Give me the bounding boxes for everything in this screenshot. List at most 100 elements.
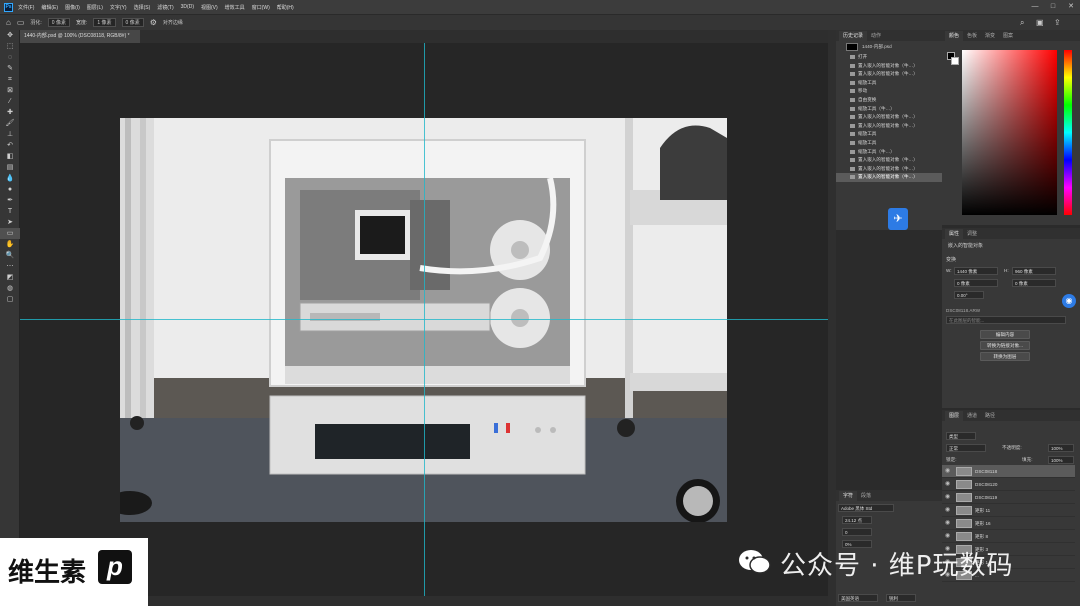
pen-tool-icon[interactable]: ✒: [0, 195, 20, 206]
menu-view[interactable]: 视图(V): [201, 4, 218, 11]
eye-icon[interactable]: ◉: [945, 517, 950, 530]
font-size-field[interactable]: 24.12 点: [842, 516, 872, 524]
eye-icon[interactable]: ◉: [945, 478, 950, 491]
menu-help[interactable]: 帮助(H): [277, 4, 294, 11]
move-tool-icon[interactable]: ✥: [0, 30, 20, 41]
stamp-tool-icon[interactable]: ⊥: [0, 129, 20, 140]
more-tools-icon[interactable]: ⋯: [0, 261, 20, 272]
gear-icon[interactable]: ⚙: [150, 18, 157, 27]
font-family-select[interactable]: Adobe 黑体 Std: [838, 504, 894, 512]
history-item[interactable]: 自由变换: [836, 96, 942, 105]
feather-field[interactable]: 0 像素: [47, 18, 70, 27]
angle-value-field[interactable]: 0.00°: [954, 291, 984, 299]
menu-filter[interactable]: 滤镜(T): [157, 4, 173, 11]
layer-row[interactable]: ◉ 矩形 11: [942, 504, 1075, 517]
eyedropper-tool-icon[interactable]: ⁄: [0, 96, 20, 107]
history-item[interactable]: 置入嵌入的智能对象（牛…）: [836, 113, 942, 122]
menu-select[interactable]: 选择(S): [134, 4, 151, 11]
menu-type[interactable]: 文字(Y): [110, 4, 127, 11]
history-item-current[interactable]: 置入嵌入的智能对象（牛…）: [836, 173, 942, 182]
tab-adjustments[interactable]: 调整: [963, 229, 981, 239]
hand-tool-icon[interactable]: ✋: [0, 239, 20, 250]
align-edges-checkbox[interactable]: 对齐边缘: [163, 19, 183, 26]
layer-row[interactable]: ◉ 矩形 8: [942, 530, 1075, 543]
edit-contents-button[interactable]: 编辑内容: [980, 330, 1030, 339]
tab-layers[interactable]: 图层: [945, 411, 964, 421]
search-icon[interactable]: ⌕: [1020, 18, 1024, 28]
blend-mode-select[interactable]: 正常: [946, 444, 986, 452]
brush-tool-icon[interactable]: 🖌: [0, 118, 20, 129]
crop-tool-icon[interactable]: ⌗: [0, 74, 20, 85]
zoom-tool-icon[interactable]: 🔍: [0, 250, 20, 261]
marquee-tool-icon[interactable]: ⬚: [0, 41, 20, 52]
tab-properties[interactable]: 属性: [945, 229, 964, 239]
tab-actions[interactable]: 动作: [867, 31, 885, 41]
menu-edit[interactable]: 编辑(E): [41, 4, 58, 11]
menu-plugins[interactable]: 增效工具: [225, 4, 245, 11]
history-item[interactable]: 移动: [836, 87, 942, 96]
history-item[interactable]: 置入嵌入的智能对象（牛…）: [836, 62, 942, 71]
tracking-field[interactable]: 0: [842, 528, 872, 536]
menu-window[interactable]: 窗口(W): [252, 4, 270, 11]
convert-to-layers-button[interactable]: 转换为图层: [980, 352, 1030, 361]
share-icon[interactable]: ⇪: [1054, 18, 1061, 27]
tab-history[interactable]: 历史记录: [839, 31, 868, 41]
tab-paths[interactable]: 路径: [981, 411, 999, 421]
assistant-badge-icon[interactable]: ◉: [1062, 294, 1076, 308]
history-item[interactable]: 缩放工具: [836, 79, 942, 88]
x-value-field[interactable]: 0 像素: [954, 279, 998, 287]
background-color-swatch[interactable]: [951, 57, 959, 65]
blur-tool-icon[interactable]: 💧: [0, 173, 20, 184]
frame-tool-icon[interactable]: ⊠: [0, 85, 20, 96]
eye-icon[interactable]: ◉: [945, 465, 950, 478]
eye-icon[interactable]: ◉: [945, 504, 950, 517]
layer-row-selected[interactable]: ◉ DSC08118: [942, 465, 1075, 478]
eraser-tool-icon[interactable]: ◧: [0, 151, 20, 162]
history-item[interactable]: 缩放工具（牛…）: [836, 148, 942, 157]
screen-mode-icon[interactable]: ▢: [0, 294, 20, 305]
eye-icon[interactable]: ◉: [945, 530, 950, 543]
width-value-field[interactable]: 1440 像素: [954, 267, 998, 275]
close-button[interactable]: ✕: [1062, 0, 1080, 14]
history-item[interactable]: 置入嵌入的智能对象（牛…）: [836, 122, 942, 131]
height-value-field[interactable]: 960 像素: [1012, 267, 1056, 275]
tab-color[interactable]: 颜色: [945, 31, 964, 41]
convert-to-linked-button[interactable]: 转换为链接对象...: [980, 341, 1030, 350]
history-item[interactable]: 置入嵌入的智能对象（牛…）: [836, 70, 942, 79]
workspace-icon[interactable]: ▣: [1036, 18, 1044, 27]
eye-icon[interactable]: ◉: [945, 491, 950, 504]
healing-tool-icon[interactable]: ✚: [0, 107, 20, 118]
menu-3d[interactable]: 3D(D): [181, 4, 194, 10]
history-snapshot[interactable]: 1440-内部.psd: [836, 41, 942, 53]
home-icon[interactable]: ⌂: [6, 18, 11, 27]
tab-gradients[interactable]: 渐变: [981, 31, 999, 41]
minimize-button[interactable]: —: [1026, 0, 1044, 14]
history-item[interactable]: 缩放工具: [836, 139, 942, 148]
color-picker-field[interactable]: [962, 50, 1057, 215]
menu-image[interactable]: 图像(I): [65, 4, 80, 11]
tab-character[interactable]: 字符: [839, 491, 858, 501]
history-item[interactable]: 缩放工具: [836, 130, 942, 139]
tab-patterns[interactable]: 图案: [999, 31, 1017, 41]
language-select[interactable]: 美国英语: [838, 594, 878, 602]
layer-row[interactable]: ◉ DSC08119: [942, 491, 1075, 504]
corner-field[interactable]: 0 像素: [121, 18, 144, 27]
history-item[interactable]: 置入嵌入的智能对象（牛…）: [836, 165, 942, 174]
history-item[interactable]: 打开: [836, 53, 942, 62]
tab-paragraph[interactable]: 段落: [857, 491, 875, 501]
history-item[interactable]: 置入嵌入的智能对象（牛…）: [836, 156, 942, 165]
history-brush-tool-icon[interactable]: ↶: [0, 140, 20, 151]
path-select-tool-icon[interactable]: ➤: [0, 217, 20, 228]
layer-kind-filter[interactable]: 类型: [946, 432, 976, 440]
fill-field[interactable]: 100%: [1048, 456, 1074, 464]
horizontal-guide[interactable]: [20, 319, 828, 320]
rectangle-tool-icon[interactable]: ▭: [0, 228, 20, 239]
lasso-tool-icon[interactable]: ◌: [0, 52, 20, 63]
anti-alias-select[interactable]: 锐利: [886, 594, 916, 602]
document-tab[interactable]: 1440-内部.psd @ 100% (DSC08118, RGB/8#) *: [20, 30, 140, 43]
opacity-field[interactable]: 100%: [1048, 444, 1074, 452]
menu-layer[interactable]: 图层(L): [87, 4, 103, 11]
quick-select-tool-icon[interactable]: ✎: [0, 63, 20, 74]
layer-row[interactable]: ◉ DSC08120: [942, 478, 1075, 491]
gradient-tool-icon[interactable]: ▤: [0, 162, 20, 173]
